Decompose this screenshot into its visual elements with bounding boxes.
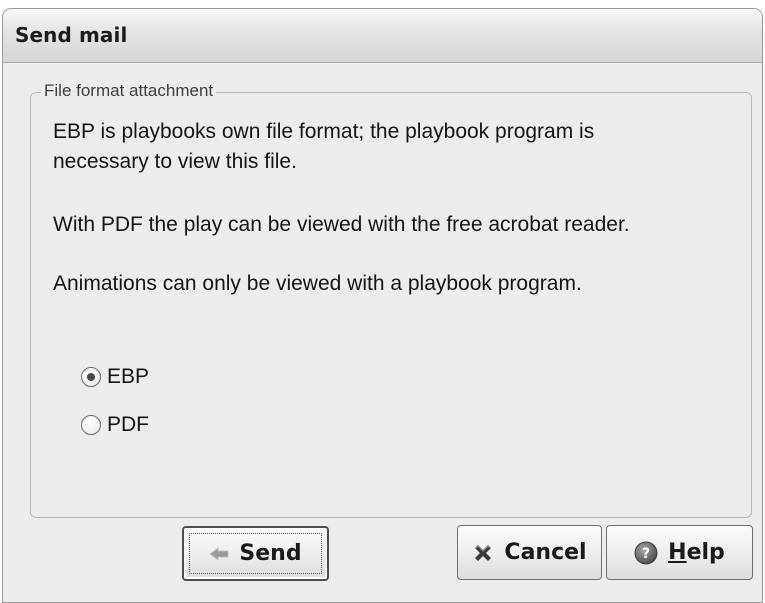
cancel-button-label: Cancel: [504, 540, 587, 565]
radio-selected-dot: [87, 373, 95, 381]
radio-button-ebp[interactable]: [81, 367, 101, 387]
title-bar[interactable]: Send mail: [3, 9, 762, 63]
help-button-label: Help: [668, 540, 725, 565]
radio-pdf[interactable]: PDF: [81, 413, 149, 437]
description-line-4: Animations can only be viewed with a pla…: [53, 272, 582, 295]
cancel-x-icon: [472, 542, 494, 564]
radio-label-ebp: EBP: [107, 365, 150, 388]
radio-ebp[interactable]: EBP: [81, 365, 149, 389]
group-legend: File format attachment: [41, 81, 217, 101]
radio-button-pdf[interactable]: [81, 415, 101, 435]
send-mail-dialog: Send mail File format attachment EBP is …: [2, 8, 763, 603]
description-line-3: With PDF the play can be viewed with the…: [53, 213, 630, 236]
dialog-title: Send mail: [15, 23, 128, 47]
radio-label-pdf: PDF: [107, 413, 149, 436]
help-label-rest: elp: [686, 540, 725, 565]
svg-text:?: ?: [642, 546, 650, 562]
send-arrow-icon: [209, 546, 229, 562]
description-line-1: EBP is playbooks own file format; the pl…: [53, 120, 595, 143]
help-button[interactable]: ? Help: [606, 525, 753, 580]
cancel-button[interactable]: Cancel: [457, 525, 602, 580]
send-button[interactable]: Send: [182, 526, 329, 581]
help-question-icon: ?: [634, 541, 658, 565]
send-button-label: Send: [239, 541, 302, 566]
description-line-2: necessary to view this file.: [53, 150, 297, 173]
help-mnemonic: H: [668, 540, 687, 565]
